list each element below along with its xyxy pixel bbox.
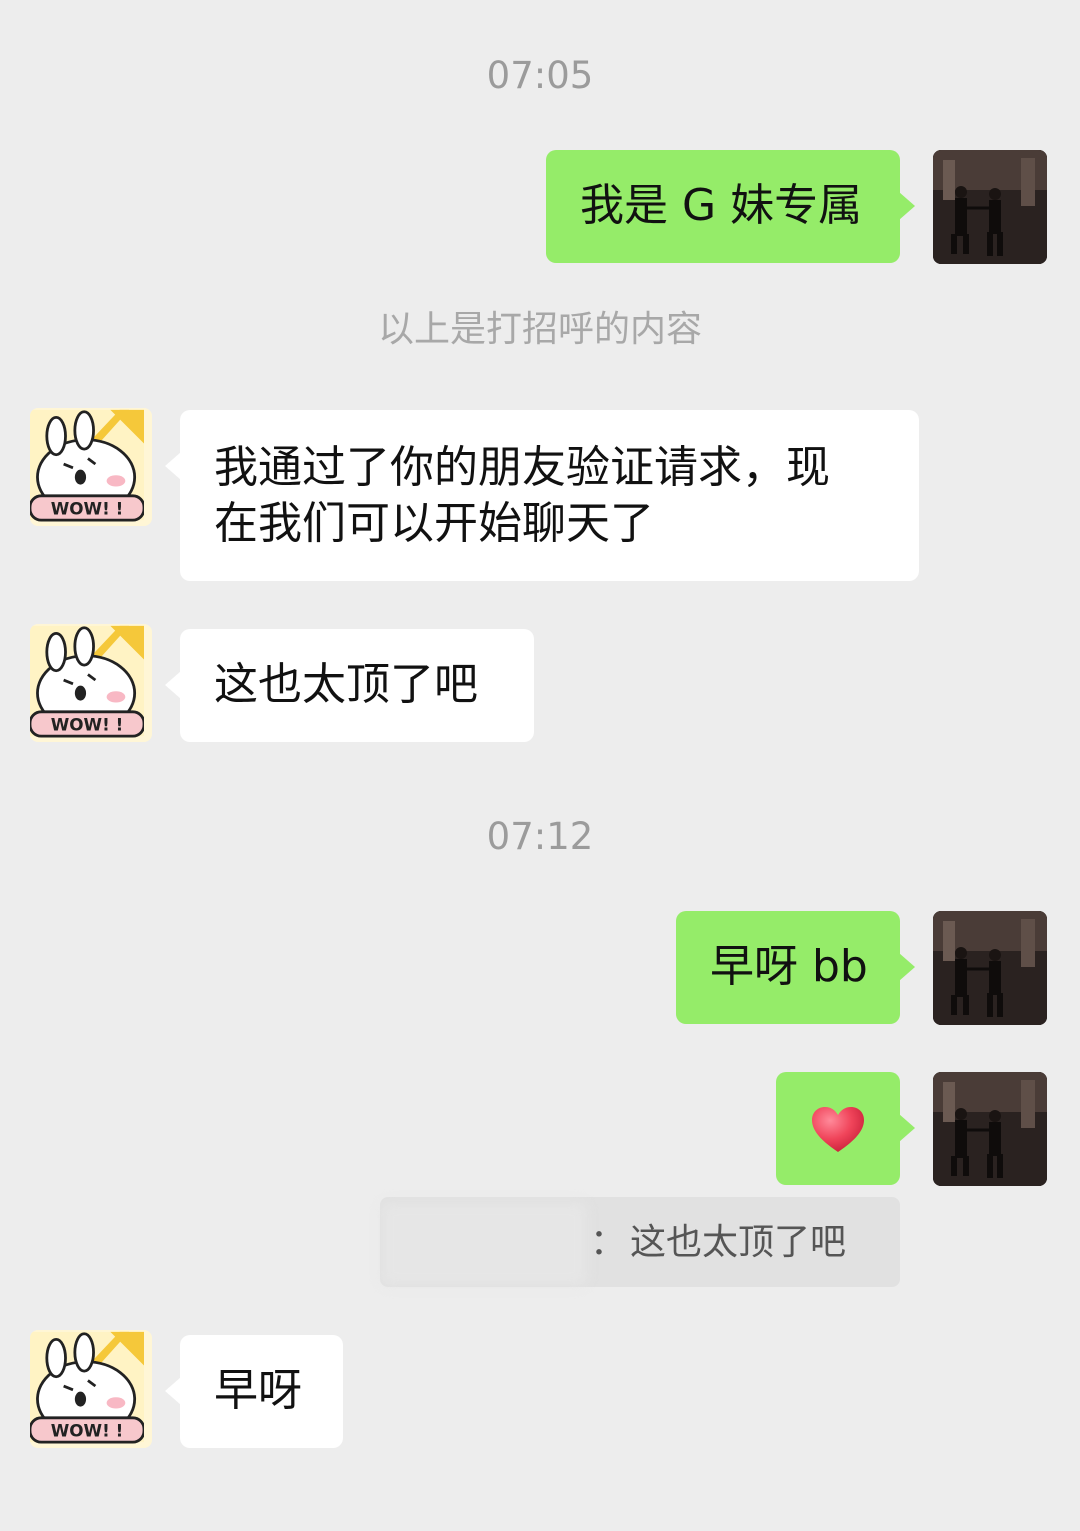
system-message: 以上是打招呼的内容 — [377, 309, 702, 350]
quote-separator: ： — [590, 1222, 627, 1263]
avatar-photo — [933, 911, 1047, 1025]
my-avatar[interactable] — [933, 150, 1047, 264]
my-avatar[interactable] — [933, 1072, 1047, 1186]
timestamp: 07:12 — [486, 815, 594, 858]
avatar-label: WOW! ! — [51, 715, 124, 735]
quote-text: 这也太顶了吧 — [630, 1222, 847, 1263]
avatar-photo — [933, 1072, 1047, 1186]
message-bubble[interactable]: 这也太顶了吧 — [165, 629, 534, 742]
bunny-avatar-image: WOW! ! — [30, 1331, 144, 1444]
message-text: 我是 G 妹专属 — [580, 180, 863, 231]
my-avatar[interactable] — [933, 911, 1047, 1025]
message-bubble[interactable]: 早呀 — [165, 1335, 343, 1448]
avatar-photo — [933, 150, 1047, 264]
message-bubble[interactable]: 我是 G 妹专属 — [546, 150, 915, 263]
blurred-sender-name — [382, 1203, 586, 1285]
avatar-label: WOW! ! — [51, 1421, 124, 1441]
contact-avatar[interactable]: WOW! ! — [30, 1330, 152, 1448]
timestamp: 07:05 — [486, 54, 594, 97]
heart-icon — [812, 1107, 864, 1152]
message-text: 早呀 bb — [710, 941, 868, 992]
message-text: 这也太顶了吧 — [214, 659, 478, 710]
message-bubble[interactable]: 我通过了你的朋友验证请求，现 在我们可以开始聊天了 — [165, 410, 919, 581]
contact-avatar[interactable]: WOW! ! — [30, 624, 152, 742]
message-bubble[interactable]: 早呀 bb — [676, 911, 915, 1024]
message-text: 早呀 — [214, 1365, 302, 1416]
bunny-avatar-image: WOW! ! — [30, 409, 144, 522]
emoji-message-bubble[interactable] — [776, 1072, 915, 1185]
message-text-line: 在我们可以开始聊天了 — [214, 498, 654, 549]
avatar-label: WOW! ! — [51, 499, 124, 519]
bunny-avatar-image: WOW! ! — [30, 625, 144, 738]
message-text-line: 我通过了你的朋友验证请求，现 — [214, 442, 830, 493]
quoted-reply[interactable]: ： 这也太顶了吧 — [380, 1197, 900, 1287]
contact-avatar[interactable]: WOW! ! — [30, 408, 152, 526]
